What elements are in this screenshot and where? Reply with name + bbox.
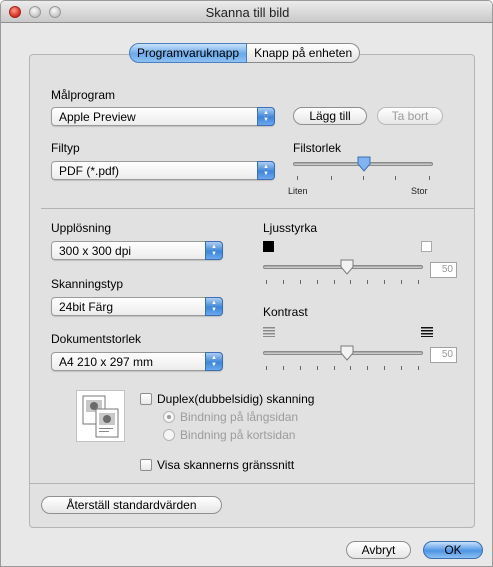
resolution-select[interactable]: 300 x 300 dpi ▲ ▼ <box>51 241 223 260</box>
low-contrast-icon <box>263 326 275 340</box>
popup-arrows-icon: ▲ ▼ <box>257 161 275 180</box>
scantype-label: Skanningstyp <box>51 277 124 291</box>
target-app-label: Målprogram <box>51 88 116 102</box>
short-edge-radio[interactable] <box>163 429 175 441</box>
scantype-select[interactable]: 24bit Färg ▲ ▼ <box>51 297 223 316</box>
docsize-label: Dokumentstorlek <box>51 332 142 346</box>
tab-device-button[interactable]: Knapp på enheten <box>247 43 361 63</box>
docsize-select[interactable]: A4 210 x 297 mm ▲ ▼ <box>51 352 223 371</box>
contrast-slider-knob[interactable] <box>340 345 354 361</box>
brightness-ticks <box>263 280 423 284</box>
dark-swatch-icon <box>263 241 274 252</box>
restore-defaults-button[interactable]: Återställ standardvärden <box>41 496 222 514</box>
popup-arrows-icon: ▲ ▼ <box>205 352 223 371</box>
contrast-value-field[interactable]: 50 <box>430 347 457 363</box>
filesize-max-label: Stor <box>411 186 428 196</box>
window-title: Skanna till bild <box>205 5 290 20</box>
duplex-checkbox[interactable] <box>140 393 152 405</box>
popup-arrows-icon: ▲ ▼ <box>205 241 223 260</box>
brightness-label: Ljusstyrka <box>263 221 318 235</box>
popup-arrows-icon: ▲ ▼ <box>205 297 223 316</box>
ok-button[interactable]: OK <box>423 541 483 559</box>
filesize-min-label: Liten <box>288 186 308 196</box>
remove-button[interactable]: Ta bort <box>377 107 443 125</box>
contrast-label: Kontrast <box>263 305 308 319</box>
resolution-label: Upplösning <box>51 221 112 235</box>
docsize-value: A4 210 x 297 mm <box>59 355 154 369</box>
contrast-ticks <box>263 366 423 370</box>
divider <box>41 208 474 209</box>
long-edge-radio[interactable] <box>163 411 175 423</box>
brightness-slider-knob[interactable] <box>340 259 354 275</box>
light-swatch-icon <box>421 241 432 252</box>
short-edge-label: Bindning på kortsidan <box>180 428 296 442</box>
show-interface-checkbox[interactable] <box>140 459 152 471</box>
add-button[interactable]: Lägg till <box>293 107 367 125</box>
high-contrast-icon <box>421 326 433 340</box>
scantype-value: 24bit Färg <box>59 300 114 314</box>
duplex-label: Duplex(dubbelsidig) skanning <box>157 392 315 406</box>
scan-to-image-dialog: Skanna till bild Programvaruknapp Knapp … <box>0 0 493 567</box>
cancel-button[interactable]: Avbryt <box>346 541 411 559</box>
target-app-select[interactable]: Apple Preview ▲ ▼ <box>51 107 275 126</box>
filesize-slider-knob[interactable] <box>357 156 371 172</box>
duplex-document-icon <box>76 390 125 442</box>
popup-arrows-icon: ▲ ▼ <box>257 107 275 126</box>
tab-bar: Programvaruknapp Knapp på enheten <box>129 43 361 63</box>
show-interface-label: Visa skannerns gränssnitt <box>157 458 295 472</box>
filetype-value: PDF (*.pdf) <box>59 164 120 178</box>
divider <box>29 483 475 484</box>
long-edge-label: Bindning på långsidan <box>180 410 299 424</box>
filetype-label: Filtyp <box>51 141 80 155</box>
resolution-value: 300 x 300 dpi <box>59 244 132 258</box>
filetype-select[interactable]: PDF (*.pdf) ▲ ▼ <box>51 161 275 180</box>
filesize-ticks <box>293 176 433 180</box>
filesize-label: Filstorlek <box>293 141 342 155</box>
brightness-value-field[interactable]: 50 <box>430 262 457 278</box>
target-app-value: Apple Preview <box>59 110 136 124</box>
tab-software-button[interactable]: Programvaruknapp <box>129 43 248 63</box>
title-bar: Skanna till bild <box>1 1 492 23</box>
